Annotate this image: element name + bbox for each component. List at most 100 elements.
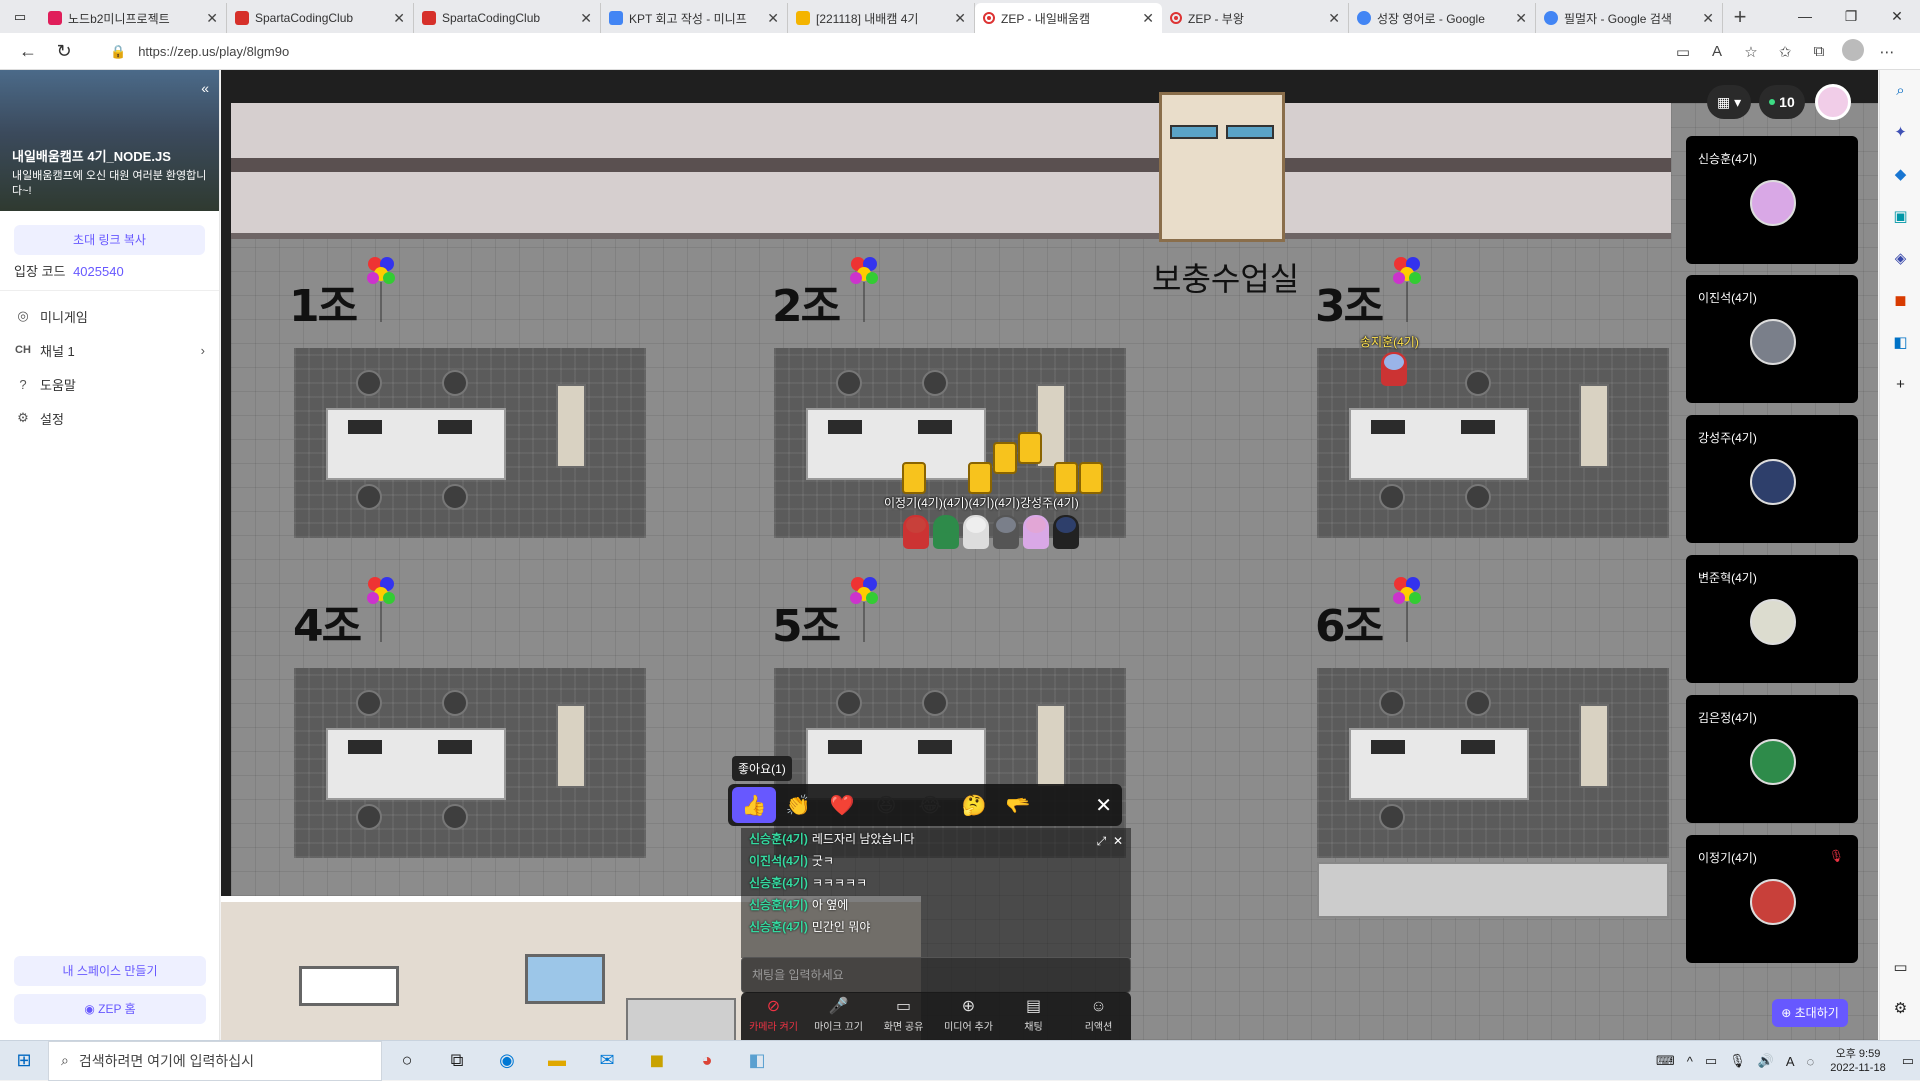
layout-toggle-button[interactable]: ▦ ▾ — [1707, 85, 1752, 119]
notification-icon[interactable]: ◌ — [1801, 1054, 1821, 1069]
hide-sidebar-icon[interactable]: ▭ — [1880, 947, 1920, 989]
cortana-icon[interactable]: ○ — [382, 1050, 432, 1071]
menu-minigame[interactable]: ◎ 미니게임 — [0, 299, 219, 333]
add-sidebar-app-icon[interactable]: + — [1880, 364, 1920, 406]
tab-5[interactable]: [221118] 내배캠 4기 ✕ — [788, 3, 975, 33]
player-avatar[interactable] — [993, 515, 1019, 549]
video-tile[interactable]: 변준혁(4기) — [1686, 555, 1858, 683]
keyboard-icon[interactable]: ⌨ — [1650, 1053, 1681, 1069]
games-icon[interactable]: ◈ — [1880, 238, 1920, 280]
thumbs-up-reaction-button[interactable]: 👍 — [732, 787, 776, 823]
lock-icon[interactable]: 🔒 — [110, 44, 126, 60]
close-reaction-icon[interactable]: ✕ — [1095, 793, 1118, 818]
mic-toggle-button[interactable]: 🎤 마이크 끄기 — [806, 992, 871, 1040]
screen-share-button[interactable]: ▭ 화면 공유 — [871, 992, 936, 1040]
zep-home-button[interactable]: ◉ ZEP 홈 — [14, 994, 206, 1024]
tab-2[interactable]: SpartaCodingClub ✕ — [227, 3, 414, 33]
close-chat-icon[interactable]: ✕ — [1113, 834, 1123, 848]
video-tile[interactable]: 김은정(4기) — [1686, 695, 1858, 823]
chat-input[interactable]: 채팅을 입력하세요 — [741, 957, 1131, 993]
back-icon[interactable]: ← — [10, 41, 46, 62]
tab-close-icon[interactable]: ✕ — [1328, 10, 1340, 27]
minimize-icon[interactable]: — — [1782, 0, 1828, 33]
mail-icon[interactable]: ✉ — [582, 1050, 632, 1071]
entry-code-value[interactable]: 4025540 — [73, 264, 124, 279]
menu-help[interactable]: ? 도움말 — [0, 367, 219, 401]
shopping-icon[interactable]: ◆ — [1880, 154, 1920, 196]
tab-3[interactable]: SpartaCodingClub ✕ — [414, 3, 601, 33]
video-tile[interactable]: 이진석(4기) — [1686, 275, 1858, 403]
collections-icon[interactable]: ⧉ — [1802, 43, 1836, 60]
tab-close-icon[interactable]: ✕ — [1702, 10, 1714, 27]
camera-toggle-button[interactable]: ⊘ 카메라 켜기 — [741, 992, 806, 1040]
favorites-icon[interactable]: ✩ — [1768, 43, 1802, 61]
tab-close-icon[interactable]: ✕ — [1515, 10, 1527, 27]
show-hidden-icons[interactable]: ^ — [1681, 1054, 1699, 1069]
tab-1[interactable]: 노드b2미니프로젝트 ✕ — [40, 3, 227, 33]
discover-icon[interactable]: ✦ — [1880, 112, 1920, 154]
network-icon[interactable]: ▭ — [1699, 1053, 1723, 1069]
menu-settings[interactable]: ⚙ 설정 — [0, 401, 219, 435]
laugh-reaction-button[interactable]: 😆 — [864, 787, 908, 823]
favorite-star-icon[interactable]: ☆ — [1734, 43, 1768, 61]
sidebar-settings-icon[interactable]: ⚙ — [1880, 988, 1920, 1030]
office-icon[interactable]: ◼ — [1880, 280, 1920, 322]
expand-icon[interactable]: ⤢ — [1097, 834, 1107, 848]
pointing-reaction-button[interactable]: 🫳 — [996, 787, 1040, 823]
windows-start-icon[interactable]: ⊞ — [0, 1050, 48, 1071]
kakaotalk-icon[interactable]: ◼ — [632, 1050, 682, 1071]
tab-close-icon[interactable]: ✕ — [954, 10, 966, 27]
file-explorer-icon[interactable]: ▬ — [532, 1050, 582, 1071]
tears-of-joy-reaction-button[interactable]: 😂 — [908, 787, 952, 823]
player-avatar[interactable] — [1053, 515, 1079, 549]
clap-reaction-button[interactable]: 👏 — [776, 787, 820, 823]
player-avatar[interactable] — [963, 515, 989, 549]
profile-avatar[interactable] — [1836, 38, 1870, 65]
tab-6-active[interactable]: ZEP - 내일배움캠 ✕ — [975, 3, 1162, 33]
collapse-sidebar-icon[interactable]: « — [201, 80, 209, 96]
player-avatar[interactable] — [903, 515, 929, 549]
tab-8[interactable]: 성장 영어로 - Google ✕ — [1349, 3, 1536, 33]
tab-close-icon[interactable]: ✕ — [206, 10, 218, 27]
restore-icon[interactable]: ❐ — [1828, 0, 1874, 33]
tab-actions-icon[interactable]: ▭ — [0, 0, 40, 33]
edge-icon[interactable]: ◉ — [482, 1050, 532, 1071]
volume-icon[interactable]: 🔊 — [1752, 1053, 1780, 1069]
online-count-badge[interactable]: 10 — [1759, 85, 1805, 119]
tab-close-icon[interactable]: ✕ — [767, 10, 779, 27]
search-icon[interactable]: ⌕ — [1880, 70, 1920, 112]
taskbar-search[interactable]: ⌕ 검색하려면 여기에 입력하십시 — [48, 1040, 382, 1081]
tab-close-icon[interactable]: ✕ — [580, 10, 592, 27]
tab-close-icon[interactable]: ✕ — [1142, 10, 1154, 27]
refresh-icon[interactable]: ↻ — [46, 41, 82, 62]
add-media-button[interactable]: ⊕ 미디어 추가 — [936, 992, 1001, 1040]
player-avatar[interactable] — [1023, 515, 1049, 549]
url-field[interactable]: 🔒 https://zep.us/play/8lgm9o — [110, 38, 1690, 65]
app-icon[interactable]: ◧ — [732, 1050, 782, 1071]
close-window-icon[interactable]: ✕ — [1874, 0, 1920, 33]
thinking-reaction-button[interactable]: 🤔 — [952, 787, 996, 823]
tab-9[interactable]: 필멀자 - Google 검색 ✕ — [1536, 3, 1723, 33]
menu-channel[interactable]: CH 채널 1 › — [0, 333, 219, 367]
game-canvas[interactable]: 보충수업실 1조 2조 3조 4조 5조 6조 송지훈(4기) 이정기(4기)(… — [221, 70, 1878, 1040]
video-tile[interactable]: 신승훈(4기) — [1686, 136, 1858, 264]
task-view-icon[interactable]: ⧉ — [432, 1050, 482, 1071]
read-aloud-icon[interactable]: A — [1700, 43, 1734, 60]
invite-button[interactable]: ⊕ 초대하기 — [1772, 999, 1848, 1027]
new-tab-icon[interactable]: + — [1723, 4, 1757, 30]
camera-permission-icon[interactable]: ▭ — [1666, 43, 1700, 61]
player-avatar[interactable] — [933, 515, 959, 549]
mic-tray-icon[interactable]: 🎙 — [1723, 1053, 1752, 1069]
player-avatar[interactable] — [1381, 352, 1407, 386]
more-menu-icon[interactable]: ⋯ — [1870, 43, 1904, 61]
action-center-icon[interactable]: ▭ — [1896, 1053, 1920, 1069]
copy-invite-link-button[interactable]: 초대 링크 복사 — [14, 225, 205, 255]
tab-close-icon[interactable]: ✕ — [393, 10, 405, 27]
my-profile-avatar[interactable] — [1814, 84, 1851, 120]
reaction-button[interactable]: ☺ 리액션 — [1066, 992, 1131, 1040]
language-icon[interactable]: A — [1780, 1054, 1801, 1069]
video-tile[interactable]: 이정기(4기) 🎙 — [1686, 835, 1858, 963]
taskbar-clock[interactable]: 오후 9:59 2022-11-18 — [1820, 1047, 1895, 1075]
outlook-icon[interactable]: ◧ — [1880, 322, 1920, 364]
video-tile[interactable]: 강성주(4기) — [1686, 415, 1858, 543]
